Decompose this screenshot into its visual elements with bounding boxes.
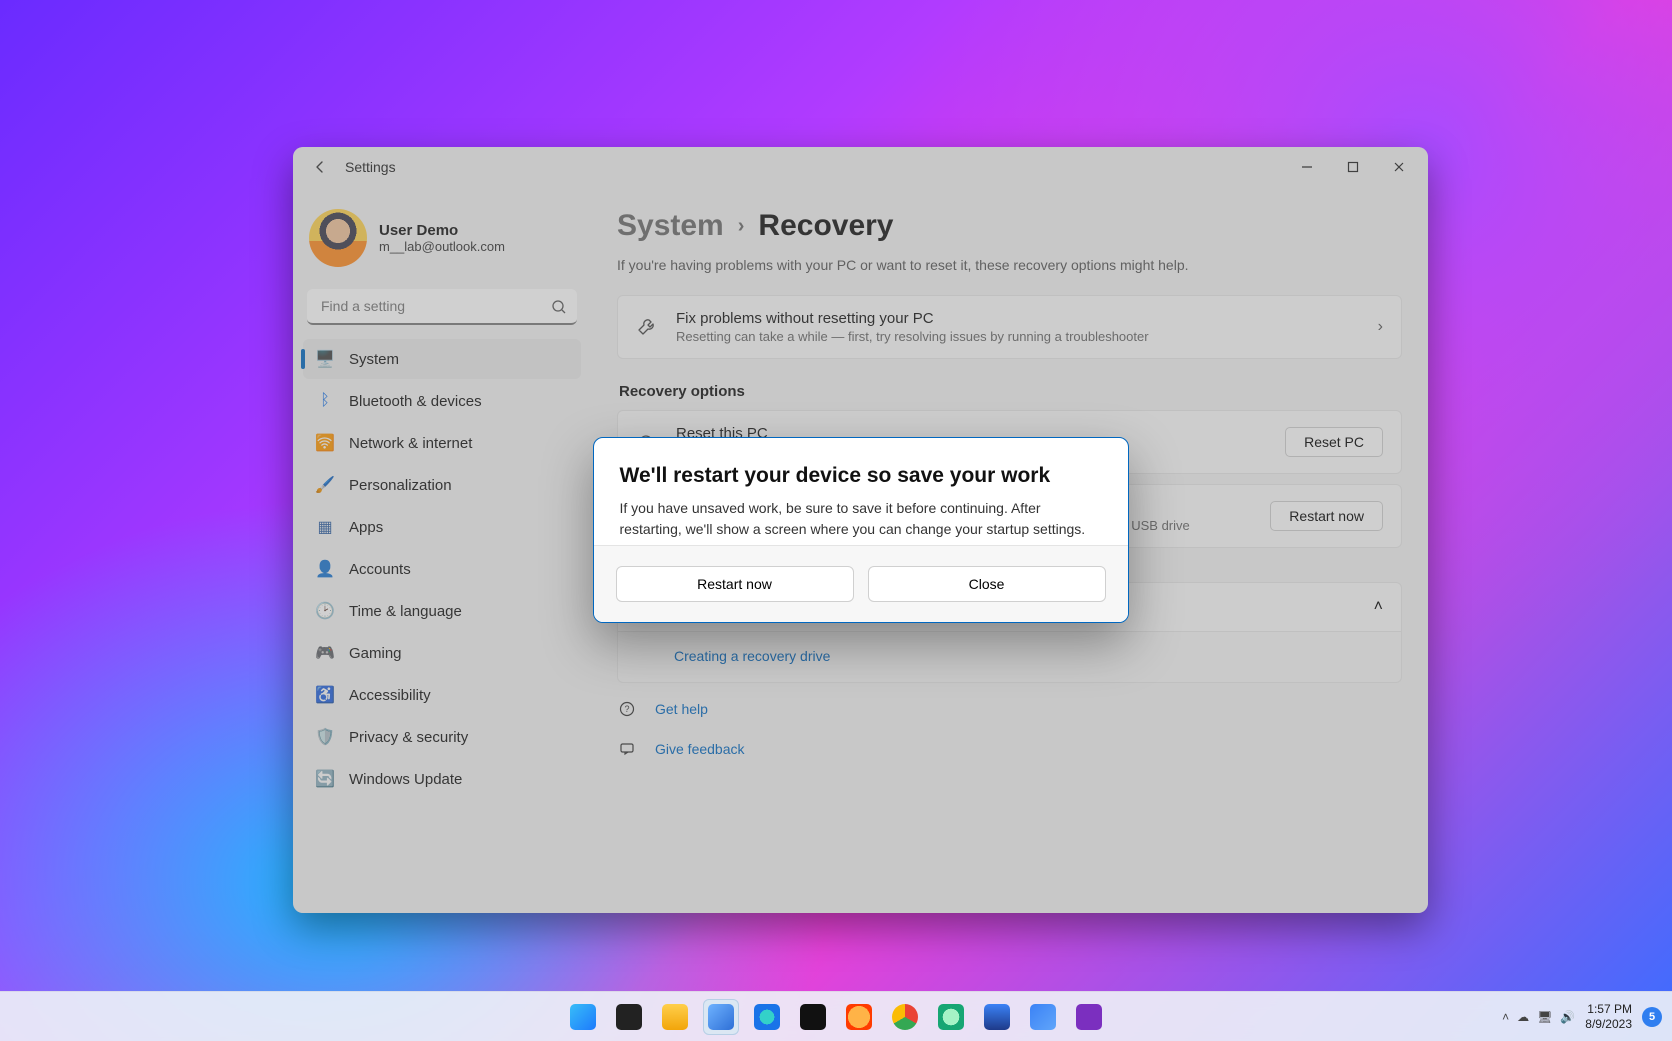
- firefox-button[interactable]: [841, 999, 877, 1035]
- clock[interactable]: 1:57 PM 8/9/2023: [1585, 1002, 1632, 1031]
- taskbar-apps: [565, 999, 1107, 1035]
- settings-window: Settings User Demo m__lab@outlook.com: [293, 147, 1428, 913]
- todo-button[interactable]: [1025, 999, 1061, 1035]
- dialog-desc: If you have unsaved work, be sure to sav…: [620, 498, 1102, 539]
- notification-badge[interactable]: 5: [1642, 1007, 1662, 1027]
- restart-dialog: We'll restart your device so save your w…: [593, 437, 1129, 623]
- modal-overlay: We'll restart your device so save your w…: [293, 147, 1428, 913]
- terminal-button[interactable]: [795, 999, 831, 1035]
- desktop: Settings User Demo m__lab@outlook.com: [0, 0, 1672, 1041]
- system-tray: ˄ ☁ 🖥 🔊 1:57 PM 8/9/2023 5: [1502, 1002, 1662, 1031]
- edge-button[interactable]: [749, 999, 785, 1035]
- date-text: 8/9/2023: [1585, 1017, 1632, 1031]
- explorer-button[interactable]: [657, 999, 693, 1035]
- dialog-restart-button[interactable]: Restart now: [616, 566, 854, 602]
- dialog-title: We'll restart your device so save your w…: [620, 464, 1102, 488]
- onedrive-icon[interactable]: ☁: [1517, 1010, 1529, 1024]
- volume-icon[interactable]: 🔊: [1560, 1010, 1575, 1024]
- network-tray-icon[interactable]: 🖥: [1537, 1010, 1552, 1024]
- settings-taskbar-button[interactable]: [703, 999, 739, 1035]
- dialog-close-button[interactable]: Close: [868, 566, 1106, 602]
- time-text: 1:57 PM: [1585, 1002, 1632, 1016]
- start-button[interactable]: [565, 999, 601, 1035]
- chrome-button[interactable]: [887, 999, 923, 1035]
- edge-canary-button[interactable]: [933, 999, 969, 1035]
- store-button[interactable]: [979, 999, 1015, 1035]
- taskview-button[interactable]: [611, 999, 647, 1035]
- onenote-button[interactable]: [1071, 999, 1107, 1035]
- tray-chevron-icon[interactable]: ˄: [1502, 1010, 1509, 1024]
- taskbar: ˄ ☁ 🖥 🔊 1:57 PM 8/9/2023 5: [0, 991, 1672, 1041]
